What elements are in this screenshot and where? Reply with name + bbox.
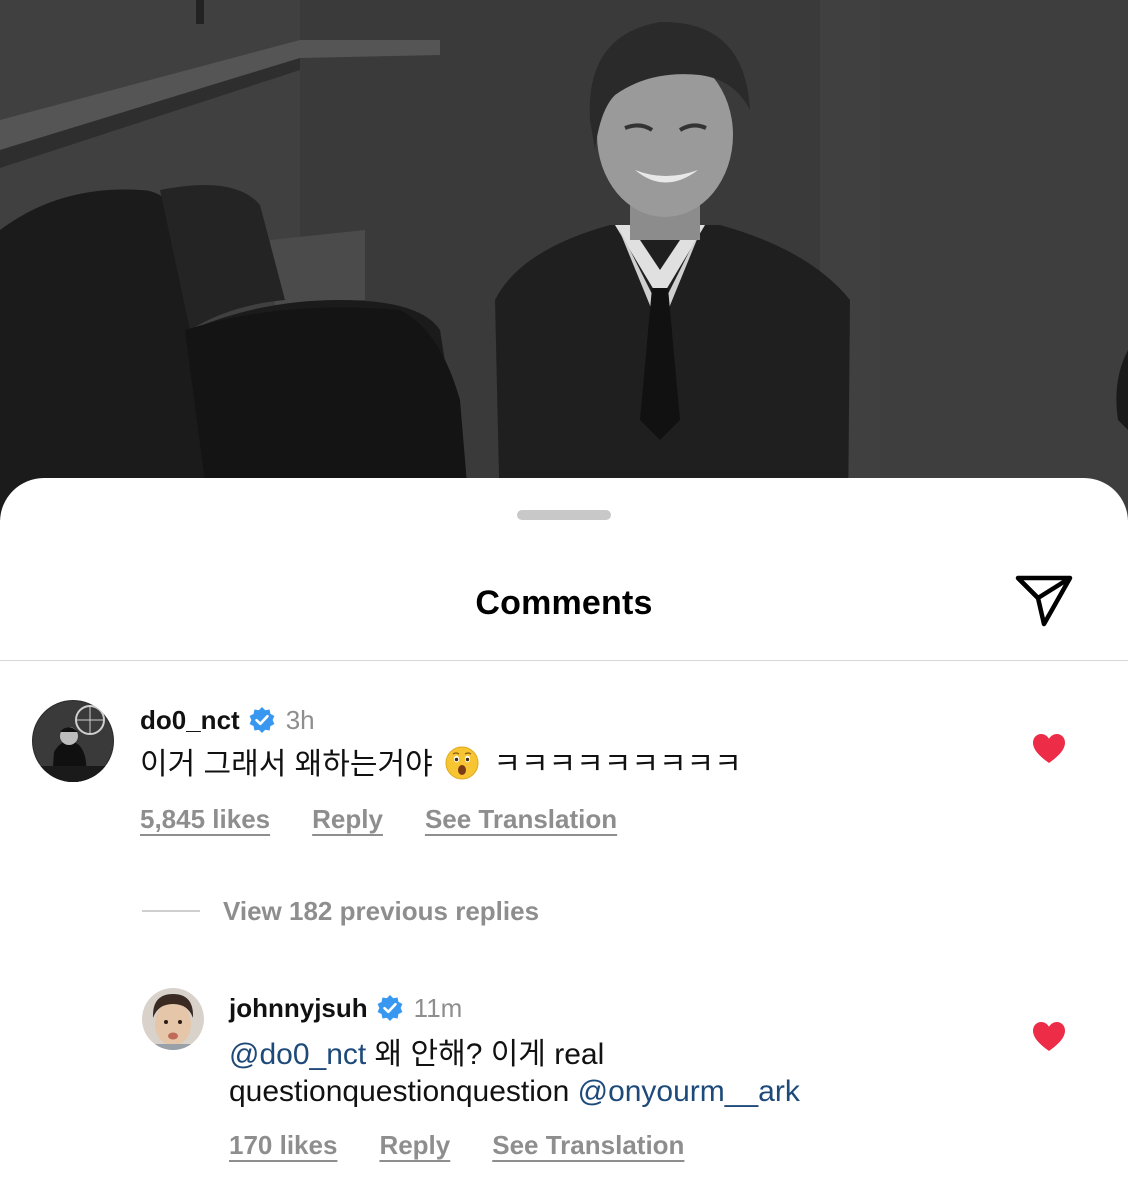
comment-text-part: ㅋㅋㅋㅋㅋㅋㅋㅋㅋ: [493, 748, 742, 781]
reply-button[interactable]: Reply: [379, 1130, 450, 1161]
sheet-title: Comments: [475, 584, 653, 622]
comments-sheet: Comments do0_nct 3h 이거 그래서 왜하는거야 ㅋㅋㅋㅋㅋㅋㅋ…: [0, 478, 1128, 1200]
replies-divider-line: [142, 910, 200, 912]
comment-time: 3h: [285, 704, 315, 735]
post-photo-background: [0, 0, 1128, 520]
reply-actions: 170 likes Reply See Translation: [229, 1130, 684, 1161]
likes-count-link[interactable]: 170 likes: [229, 1130, 337, 1161]
sheet-grabber-handle[interactable]: [517, 510, 611, 520]
mention-link[interactable]: @do0_nct: [229, 1038, 366, 1071]
reply-time: 11m: [413, 992, 463, 1023]
avatar[interactable]: [32, 700, 114, 782]
reply-meta: johnnyjsuh 11m: [229, 992, 462, 1024]
like-button[interactable]: [1032, 1021, 1066, 1053]
verified-badge-icon: [376, 994, 404, 1022]
astonished-face-emoji: [445, 746, 479, 780]
like-button[interactable]: [1032, 733, 1066, 765]
likes-count-link[interactable]: 5,845 likes: [140, 804, 270, 835]
reply-text-part: 왜 안해? 이게 real: [366, 1038, 605, 1071]
heart-filled-icon: [1032, 1022, 1066, 1057]
mention-link[interactable]: @onyourm__ark: [578, 1075, 800, 1108]
view-previous-replies-button[interactable]: View 182 previous replies: [223, 896, 539, 927]
comment-text-part: 이거 그래서 왜하는거야: [140, 748, 433, 781]
avatar[interactable]: [142, 988, 204, 1050]
reply-button[interactable]: Reply: [312, 804, 383, 835]
comment-username[interactable]: do0_nct: [140, 705, 240, 736]
paper-plane-icon: [1012, 575, 1076, 634]
heart-filled-icon: [1032, 734, 1066, 769]
comment-meta: do0_nct 3h: [140, 704, 315, 736]
comment-actions: 5,845 likes Reply See Translation: [140, 804, 617, 835]
see-translation-button[interactable]: See Translation: [492, 1130, 684, 1161]
reply-username[interactable]: johnnyjsuh: [229, 993, 368, 1024]
share-button[interactable]: [1012, 574, 1076, 630]
see-translation-button[interactable]: See Translation: [425, 804, 617, 835]
reply-text-part: questionquestionquestion: [229, 1075, 578, 1108]
verified-badge-icon: [248, 706, 276, 734]
reply-text: @do0_nct 왜 안해? 이게 real questionquestionq…: [229, 1036, 989, 1110]
comment-text: 이거 그래서 왜하는거야 ㅋㅋㅋㅋㅋㅋㅋㅋㅋ: [140, 746, 742, 783]
header-divider: [0, 660, 1128, 661]
